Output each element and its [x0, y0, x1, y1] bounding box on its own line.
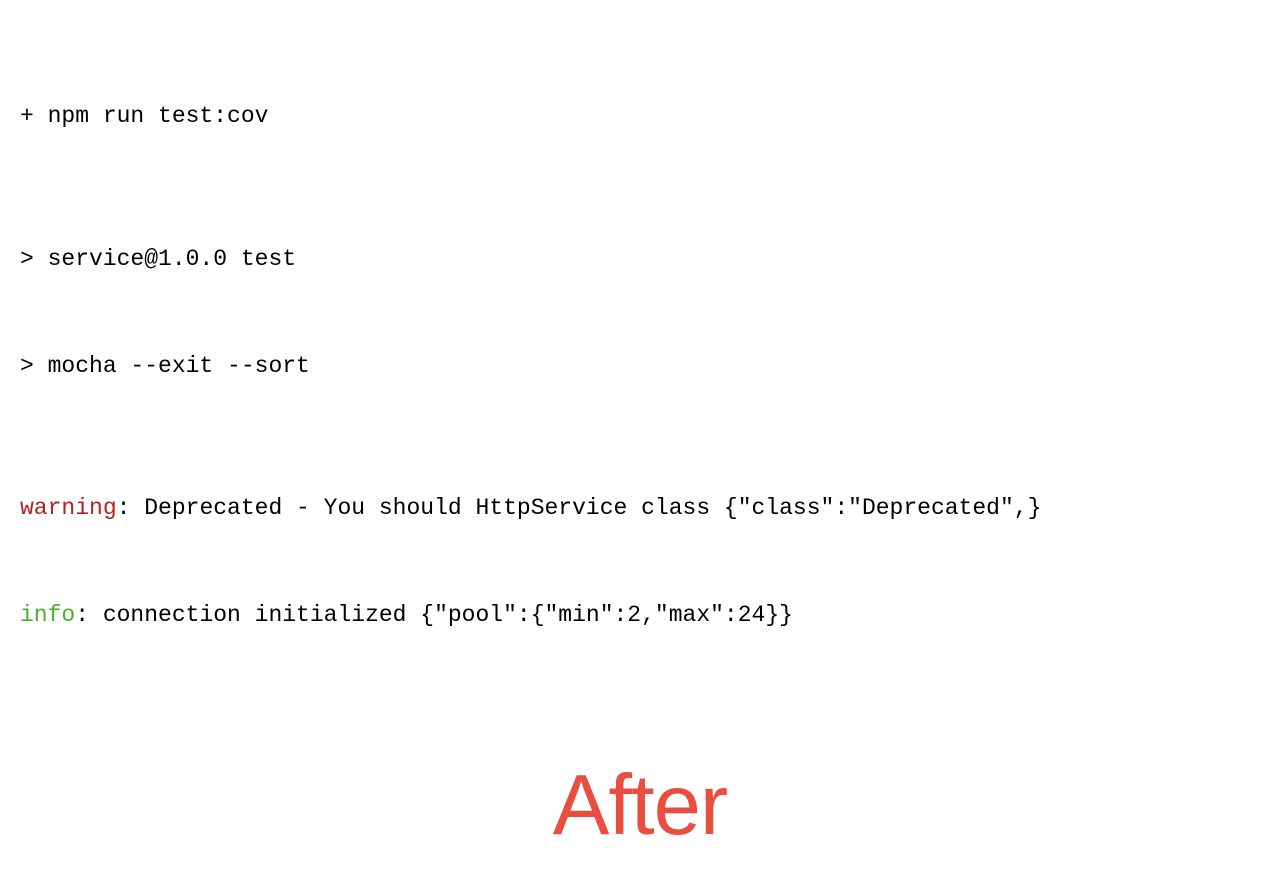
terminal-line-info: info: connection initialized {"pool":{"m… [20, 598, 1260, 634]
terminal-output: + npm run test:cov > service@1.0.0 test … [20, 28, 1260, 670]
terminal-line-script-header: > service@1.0.0 test [20, 242, 1260, 278]
after-heading: After [20, 740, 1260, 871]
terminal-line-warning: warning: Deprecated - You should HttpSer… [20, 491, 1260, 527]
log-level-info: info [20, 602, 75, 628]
log-message-info: : connection initialized {"pool":{"min":… [75, 602, 793, 628]
log-level-warning: warning [20, 495, 117, 521]
terminal-line-mocha: > mocha --exit --sort [20, 349, 1260, 385]
terminal-line-command: + npm run test:cov [20, 99, 1260, 135]
log-message-warning: : Deprecated - You should HttpService cl… [117, 495, 1042, 521]
